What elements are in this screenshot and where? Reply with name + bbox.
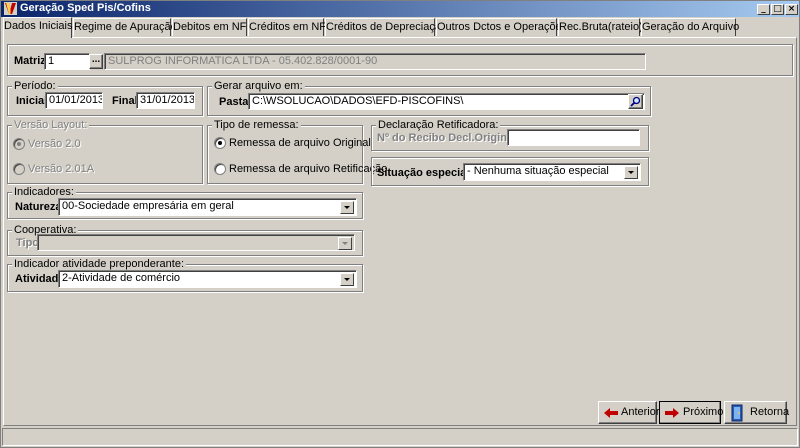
arrow-right-icon [665, 408, 679, 418]
browse-folder-button[interactable] [628, 94, 643, 109]
natureza-select[interactable]: 00-Sociedade empresária em geral [58, 198, 357, 216]
arrow-left-icon [604, 408, 618, 418]
situacao-especial-label: Situação especial [377, 167, 470, 179]
tipo-select[interactable] [37, 234, 355, 251]
tipo-remessa-legend: Tipo de remessa: [212, 119, 301, 131]
tab-dados-iniciais[interactable]: Dados Iniciais [3, 17, 72, 38]
search-icon [630, 96, 641, 107]
natureza-label: Natureza [15, 201, 62, 213]
tab-debitos-nf[interactable]: Debitos em NF [172, 18, 247, 36]
versao-2-0-label: Versão 2.0 [28, 138, 81, 150]
recibo-label: Nº do Recibo Decl.Original: [377, 132, 520, 144]
proximo-button[interactable]: Próximo [659, 401, 724, 424]
remessa-original-label[interactable]: Remessa de arquivo Original [229, 136, 371, 150]
recibo-input[interactable] [507, 129, 640, 146]
atividade-legend: Indicador atividade preponderante: [12, 258, 187, 270]
exit-door-icon [731, 404, 743, 422]
chevron-down-icon[interactable] [624, 166, 638, 179]
maximize-button[interactable]: □ [771, 4, 784, 15]
remessa-retificacao-label[interactable]: Remessa de arquivo Retificação [229, 162, 387, 176]
versao-layout-legend: Versão Layout: [12, 119, 90, 131]
anterior-button[interactable]: Anterior [598, 401, 660, 424]
situacao-especial-select[interactable]: - Nenhuma situação especial [463, 163, 641, 181]
anterior-label: Anterior [621, 406, 660, 418]
periodo-legend: Período: [12, 80, 58, 92]
atividade-value: 2-Atividade de comércio [62, 272, 181, 284]
retorna-button[interactable]: Retorna [724, 401, 790, 424]
status-bar [2, 428, 798, 446]
final-label: Final [112, 95, 138, 107]
app-logo-icon [4, 2, 17, 15]
versao-2-01a-radio[interactable] [13, 163, 25, 175]
company-name-field: SULPROG INFORMATICA LTDA - 05.402.828/00… [104, 53, 646, 70]
tab-rec-bruta[interactable]: Rec.Bruta(rateio) [558, 18, 643, 36]
inicial-label: Inicial [16, 95, 48, 107]
natureza-value: 00-Sociedade empresária em geral [62, 200, 234, 212]
chevron-down-icon[interactable] [338, 237, 352, 250]
final-date-input[interactable]: 31/01/2013 [136, 92, 195, 109]
tab-outros-dctos[interactable]: Outros Dctos e Operações [436, 18, 567, 36]
title-bar[interactable]: Geração Sped Pis/Cofins _ □ × [1, 1, 799, 17]
chevron-down-icon[interactable] [340, 201, 354, 214]
matriz-label: Matriz [14, 55, 46, 67]
chevron-down-icon[interactable] [340, 273, 354, 286]
retorna-label: Retorna [750, 406, 790, 418]
versao-2-0-radio[interactable] [13, 138, 25, 150]
tipo-label: Tipo [16, 237, 40, 249]
minimize-button[interactable]: _ [757, 4, 770, 15]
tab-creditos-nf[interactable]: Créditos em NF [248, 18, 326, 36]
proximo-label: Próximo [683, 406, 724, 418]
inicial-date-input[interactable]: 01/01/2013 [45, 92, 103, 109]
matriz-lookup-button[interactable]: ... [89, 54, 103, 69]
atividade-select[interactable]: 2-Atividade de comércio [58, 270, 357, 288]
remessa-original-radio[interactable] [214, 137, 226, 149]
window-title: Geração Sped Pis/Cofins [20, 2, 151, 14]
close-button[interactable]: × [785, 4, 798, 15]
declaracao-retificadora-legend: Declaração Retificadora: [376, 119, 501, 131]
pasta-input[interactable]: C:\WSOLUCAO\DADOS\EFD-PISCOFINS\ [248, 93, 645, 110]
remessa-retificacao-radio[interactable] [214, 163, 226, 175]
gerar-arquivo-legend: Gerar arquivo em: [212, 80, 305, 92]
tab-geracao-arquivo[interactable]: Geração do Arquivo [641, 18, 739, 36]
tab-regime-apuracao[interactable]: Regime de Apuração [73, 18, 177, 36]
matriz-input[interactable]: 1 [44, 53, 90, 70]
pasta-label: Pasta [219, 96, 249, 108]
situacao-especial-value: - Nenhuma situação especial [467, 165, 609, 177]
versao-2-01a-label: Versão 2.01A [28, 163, 95, 175]
tab-creditos-depreciacao[interactable]: Créditos de Depreciação [325, 18, 447, 36]
indicadores-legend: Indicadores: [12, 186, 76, 198]
